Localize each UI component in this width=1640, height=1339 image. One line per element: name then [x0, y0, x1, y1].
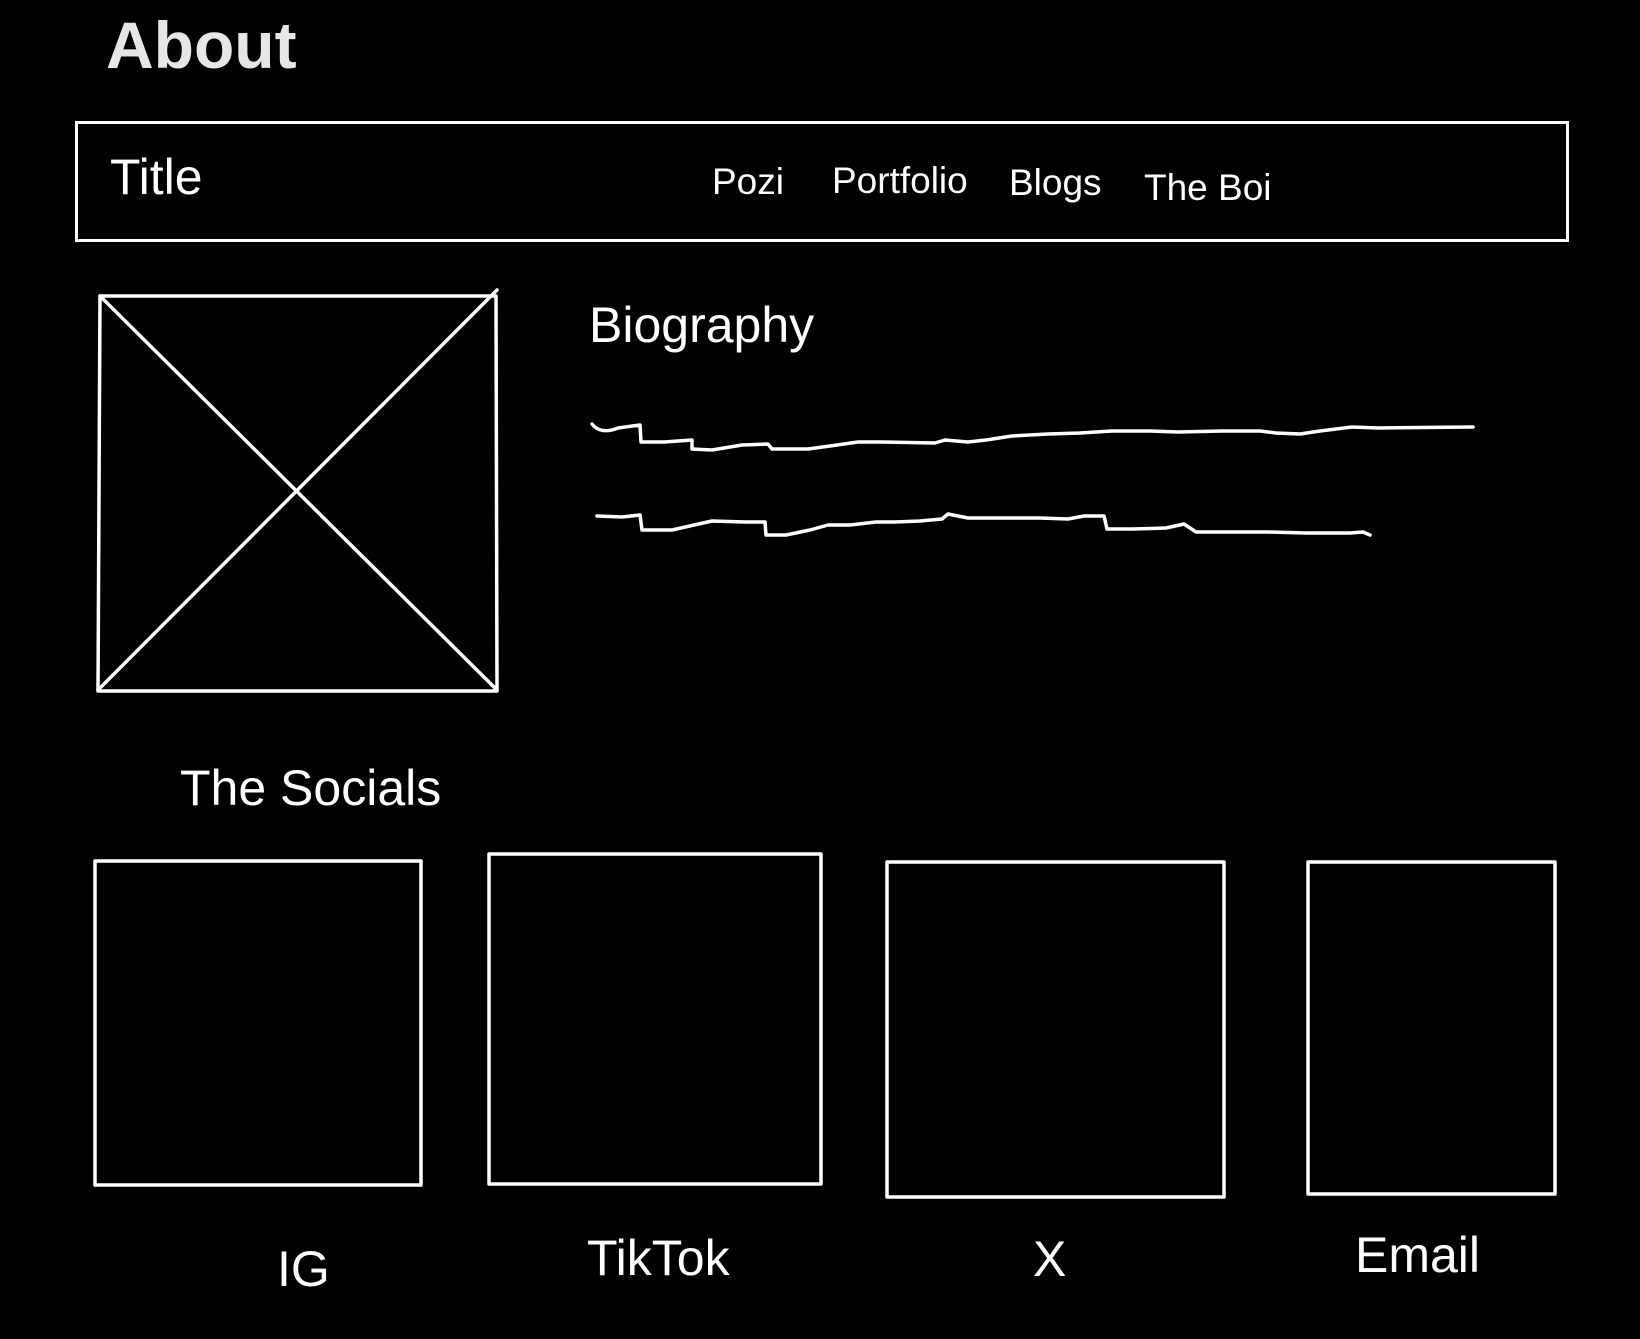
- social-label-x[interactable]: X: [1033, 1234, 1066, 1284]
- biography-heading: Biography: [589, 297, 815, 353]
- social-label-ig[interactable]: IG: [277, 1244, 330, 1294]
- social-card-ig[interactable]: [93, 859, 423, 1187]
- social-label-tiktok[interactable]: TikTok: [587, 1233, 730, 1283]
- bio-line-2: [595, 512, 1372, 537]
- nav-link-the-boi[interactable]: The Boi: [1144, 169, 1272, 206]
- nav-link-portfolio[interactable]: Portfolio: [832, 162, 968, 199]
- bio-line-1: [590, 422, 1475, 452]
- nav-link-pozi[interactable]: Pozi: [712, 163, 784, 200]
- navbar: [75, 121, 1569, 242]
- social-card-tiktok[interactable]: [487, 852, 823, 1186]
- social-cards: [93, 852, 1557, 1199]
- page-title: About: [106, 8, 297, 82]
- social-label-email[interactable]: Email: [1355, 1230, 1480, 1280]
- social-card-email[interactable]: [1306, 860, 1557, 1196]
- socials-heading: The Socials: [180, 760, 442, 816]
- profile-image-placeholder: [96, 288, 499, 693]
- biography-text-placeholder: [590, 422, 1475, 537]
- nav-link-blogs[interactable]: Blogs: [1009, 164, 1102, 201]
- image-placeholder-icon: [96, 288, 499, 693]
- site-title[interactable]: Title: [110, 152, 203, 202]
- social-card-x[interactable]: [885, 860, 1226, 1199]
